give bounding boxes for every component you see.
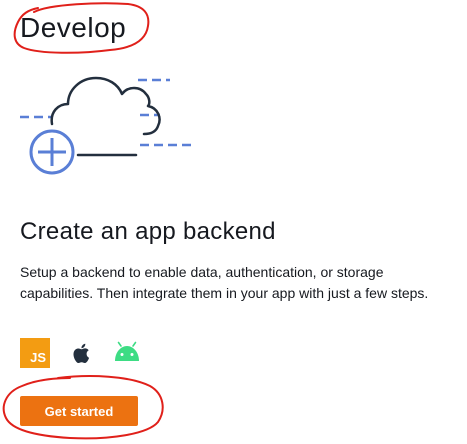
android-icon (115, 341, 139, 361)
develop-panel: Develop Create an app backend Setup a ba… (0, 0, 467, 444)
apple-icon (73, 343, 90, 364)
cloud-add-illustration (20, 76, 196, 175)
get-started-button[interactable]: Get started (20, 396, 138, 426)
section-title: Develop (20, 12, 127, 43)
card-description: Setup a backend to enable data, authenti… (20, 264, 429, 301)
platform-icons: JS (20, 338, 142, 368)
js-icon-label: JS (30, 350, 46, 365)
card-title: Create an app backend (20, 218, 276, 245)
js-icon: JS (20, 338, 50, 368)
